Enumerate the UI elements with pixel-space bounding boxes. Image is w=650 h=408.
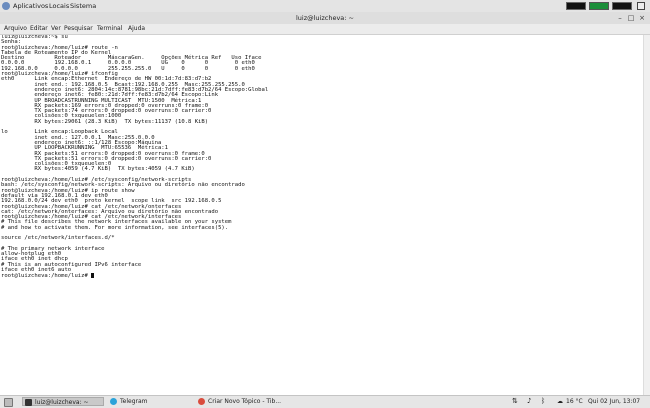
show-desktop-button[interactable] <box>2 397 13 407</box>
workspace-1-icon[interactable] <box>566 2 586 10</box>
task-telegram[interactable]: Telegram <box>108 397 188 406</box>
task-chrome[interactable]: Criar Novo Tópico - Tib... <box>196 397 288 406</box>
window-title: luiz@luizcheva: ~ <box>295 14 354 22</box>
menu-editar[interactable]: Editar <box>30 25 48 33</box>
minimize-button[interactable]: – <box>616 14 624 22</box>
menu-terminal[interactable]: Terminal <box>97 25 122 33</box>
terminal-window: luiz@luizcheva: ~ – □ × Arquivo Editar V… <box>0 12 650 395</box>
menu-locais[interactable]: Locais <box>49 2 69 10</box>
bottom-taskbar: luiz@luizcheva: ~ Telegram Criar Novo Tó… <box>0 395 650 408</box>
network-icon[interactable]: ⇅ <box>512 397 518 406</box>
system-tray <box>560 1 650 11</box>
distro-logo-icon[interactable] <box>2 2 10 10</box>
terminal-output[interactable]: luiz@luizcheva:~$ su Senha: root@luizche… <box>0 35 644 395</box>
volume-icon[interactable]: ♪ <box>527 397 531 406</box>
task-chrome-label: Criar Novo Tópico - Tib... <box>208 398 282 405</box>
task-telegram-label: Telegram <box>120 398 148 405</box>
window-menubar: Arquivo Editar Ver Pesquisar Terminal Aj… <box>0 24 650 35</box>
menu-ajuda[interactable]: Ajuda <box>128 25 145 33</box>
weather-icon: ☁ <box>557 398 563 405</box>
menu-aplicativos[interactable]: Aplicativos <box>13 2 48 10</box>
workspace-3-icon[interactable] <box>612 2 632 10</box>
terminal-text: luiz@luizcheva:~$ su Senha: root@luizche… <box>1 35 269 280</box>
show-desktop-icon[interactable] <box>637 2 645 10</box>
terminal-cursor <box>91 273 95 279</box>
menu-ver[interactable]: Ver <box>51 25 61 33</box>
telegram-icon <box>110 398 117 405</box>
close-button[interactable]: × <box>638 14 646 22</box>
clock[interactable]: Qui 02 Jun, 13:07 <box>588 397 640 406</box>
task-terminal[interactable]: luiz@luizcheva: ~ <box>22 397 104 406</box>
menu-sistema[interactable]: Sistema <box>70 2 96 10</box>
weather-temp[interactable]: 16 °C <box>566 397 583 406</box>
chrome-icon <box>198 398 205 405</box>
terminal-icon <box>25 399 32 406</box>
workspace-2-icon[interactable] <box>589 2 609 10</box>
terminal-scrollbar[interactable] <box>643 35 650 395</box>
menu-arquivo[interactable]: Arquivo <box>4 25 27 33</box>
maximize-button[interactable]: □ <box>627 14 635 22</box>
bluetooth-icon[interactable]: ᛒ <box>541 397 545 406</box>
menu-pesquisar[interactable]: Pesquisar <box>64 25 93 33</box>
task-terminal-label: luiz@luizcheva: ~ <box>35 399 89 406</box>
desktop-icon <box>4 398 13 407</box>
